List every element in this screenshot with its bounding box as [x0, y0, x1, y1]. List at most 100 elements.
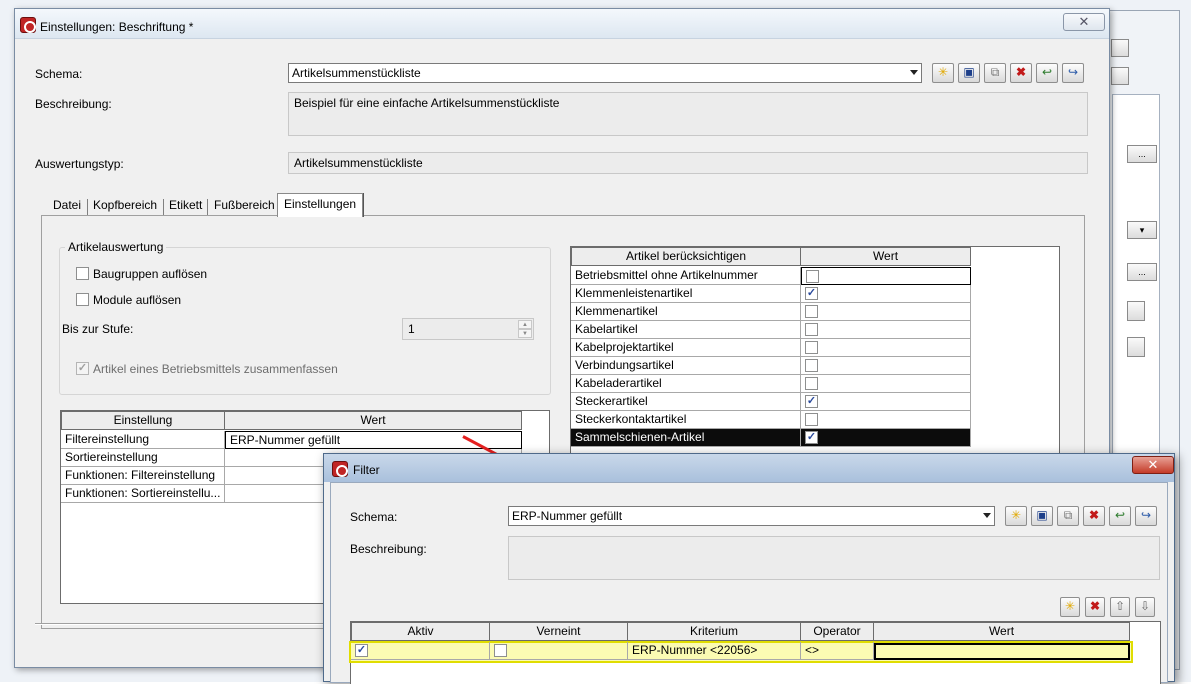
- filter-new-button[interactable]: ✳: [1005, 506, 1027, 526]
- arrow-up-icon: ⇧: [1114, 599, 1126, 613]
- settings-row-name[interactable]: Funktionen: Sortiereinstellu...: [61, 485, 225, 503]
- criteria-col-header[interactable]: Kriterium: [627, 622, 801, 641]
- baugruppen-checkbox[interactable]: [76, 267, 89, 280]
- import-icon: ↩: [1041, 65, 1053, 79]
- article-row-value[interactable]: [801, 375, 971, 393]
- criteria-new-button[interactable]: ✳: [1060, 597, 1080, 617]
- criteria-delete-button[interactable]: ✖: [1085, 597, 1105, 617]
- article-checkbox[interactable]: [805, 341, 818, 354]
- article-checkbox[interactable]: [806, 270, 819, 283]
- evaluation-type-label: Auswertungstyp:: [35, 157, 124, 171]
- criteria-col-header[interactable]: Verneint: [489, 622, 628, 641]
- article-row-name[interactable]: Betriebsmittel ohne Artikelnummer: [571, 267, 801, 285]
- copy-schema-button[interactable]: ⧉: [984, 63, 1006, 83]
- settings-col-header[interactable]: Wert: [224, 411, 522, 430]
- filter-schema-combobox[interactable]: ERP-Nummer gefüllt: [508, 506, 995, 526]
- criteria-col-header[interactable]: Aktiv: [351, 622, 490, 641]
- article-checkbox[interactable]: [805, 413, 818, 426]
- background-spinner[interactable]: [1127, 337, 1145, 357]
- article-row-name[interactable]: Kabelprojektartikel: [571, 339, 801, 357]
- close-button[interactable]: ✕: [1063, 13, 1105, 31]
- article-checkbox[interactable]: [805, 431, 818, 444]
- background-spinner[interactable]: [1127, 301, 1145, 321]
- tab-separator: [87, 199, 88, 215]
- criteria-operator-cell[interactable]: <>: [801, 642, 874, 660]
- criteria-kriterium-cell[interactable]: ERP-Nummer <22056>: [628, 642, 801, 660]
- filter-delete-button[interactable]: ✖: [1083, 506, 1105, 526]
- article-row-name-selected[interactable]: Sammelschienen-Artikel: [571, 429, 801, 447]
- criteria-col-header[interactable]: Wert: [873, 622, 1130, 641]
- criteria-move-up-button[interactable]: ⇧: [1110, 597, 1130, 617]
- criteria-wert-cell[interactable]: [874, 643, 1130, 660]
- article-row-name[interactable]: Steckerkontaktartikel: [571, 411, 801, 429]
- level-stepper[interactable]: 1 ▲ ▼: [402, 318, 534, 340]
- background-browse-button[interactable]: ...: [1127, 145, 1157, 163]
- spin-up-icon[interactable]: ▲: [518, 320, 532, 329]
- settings-row-name[interactable]: Filtereinstellung: [61, 431, 225, 449]
- criteria-aktiv-cell[interactable]: [351, 642, 490, 660]
- aktiv-checkbox[interactable]: [355, 644, 368, 657]
- tab-fussbereich[interactable]: Fußbereich: [210, 195, 279, 217]
- combine-articles-checkbox[interactable]: [76, 362, 89, 375]
- filter-save-button[interactable]: ▣: [1031, 506, 1053, 526]
- article-row-value[interactable]: [801, 411, 971, 429]
- article-row-name[interactable]: Klemmenleistenartikel: [571, 285, 801, 303]
- article-row-value[interactable]: [801, 321, 971, 339]
- filter-import-button[interactable]: ↩: [1109, 506, 1131, 526]
- article-row-name[interactable]: Kabeladerartikel: [571, 375, 801, 393]
- criteria-move-down-button[interactable]: ⇩: [1135, 597, 1155, 617]
- background-dropdown[interactable]: ▾: [1127, 221, 1157, 239]
- tab-etikett[interactable]: Etikett: [165, 195, 206, 217]
- article-row-value-selected[interactable]: [801, 429, 971, 447]
- new-icon: ✳: [937, 65, 949, 79]
- criteria-col-header[interactable]: Operator: [800, 622, 874, 641]
- article-row-value[interactable]: [801, 357, 971, 375]
- description-field[interactable]: Beispiel für eine einfache Artikelsummen…: [288, 92, 1088, 136]
- article-row-value[interactable]: [801, 285, 971, 303]
- article-checkbox[interactable]: [805, 287, 818, 300]
- spin-down-icon[interactable]: ▼: [518, 329, 532, 338]
- criteria-verneint-cell[interactable]: [490, 642, 628, 660]
- article-checkbox[interactable]: [805, 305, 818, 318]
- articles-col-header[interactable]: Artikel berücksichtigen: [571, 247, 801, 266]
- filter-description-field[interactable]: [508, 536, 1160, 580]
- article-row-name[interactable]: Steckerartikel: [571, 393, 801, 411]
- filter-export-button[interactable]: ↪: [1135, 506, 1157, 526]
- article-row-value[interactable]: [801, 267, 971, 285]
- filter-title: Filter: [353, 463, 380, 477]
- module-label: Module auflösen: [93, 293, 182, 307]
- delete-icon: ✖: [1015, 65, 1027, 79]
- settings-row-name[interactable]: Funktionen: Filtereinstellung: [61, 467, 225, 485]
- evaluation-type-field[interactable]: Artikelsummenstückliste: [288, 152, 1088, 174]
- tab-einstellungen[interactable]: Einstellungen: [277, 193, 364, 217]
- article-checkbox[interactable]: [805, 395, 818, 408]
- save-schema-button[interactable]: ▣: [958, 63, 980, 83]
- schema-combobox[interactable]: Artikelsummenstückliste: [288, 63, 922, 83]
- articles-col-header[interactable]: Wert: [800, 247, 971, 266]
- verneint-checkbox[interactable]: [494, 644, 507, 657]
- article-row-value[interactable]: [801, 303, 971, 321]
- tab-kopfbereich[interactable]: Kopfbereich: [89, 195, 161, 217]
- copy-icon: ⧉: [1063, 508, 1073, 522]
- article-row-name[interactable]: Verbindungsartikel: [571, 357, 801, 375]
- article-checkbox[interactable]: [805, 323, 818, 336]
- article-row-name[interactable]: Kabelartikel: [571, 321, 801, 339]
- export-icon: ↪: [1067, 65, 1079, 79]
- article-row-value[interactable]: [801, 393, 971, 411]
- export-schema-button[interactable]: ↪: [1062, 63, 1084, 83]
- schema-label: Schema:: [35, 67, 83, 81]
- article-row-value[interactable]: [801, 339, 971, 357]
- article-row-name[interactable]: Klemmenartikel: [571, 303, 801, 321]
- background-browse-button[interactable]: ...: [1127, 263, 1157, 281]
- filter-close-button[interactable]: ✕: [1132, 456, 1174, 474]
- filter-copy-button[interactable]: ⧉: [1057, 506, 1079, 526]
- module-checkbox[interactable]: [76, 293, 89, 306]
- settings-col-header[interactable]: Einstellung: [61, 411, 225, 430]
- new-schema-button[interactable]: ✳: [932, 63, 954, 83]
- tab-datei[interactable]: Datei: [49, 195, 85, 217]
- delete-schema-button[interactable]: ✖: [1010, 63, 1032, 83]
- import-schema-button[interactable]: ↩: [1036, 63, 1058, 83]
- article-checkbox[interactable]: [805, 377, 818, 390]
- article-checkbox[interactable]: [805, 359, 818, 372]
- settings-row-name[interactable]: Sortiereinstellung: [61, 449, 225, 467]
